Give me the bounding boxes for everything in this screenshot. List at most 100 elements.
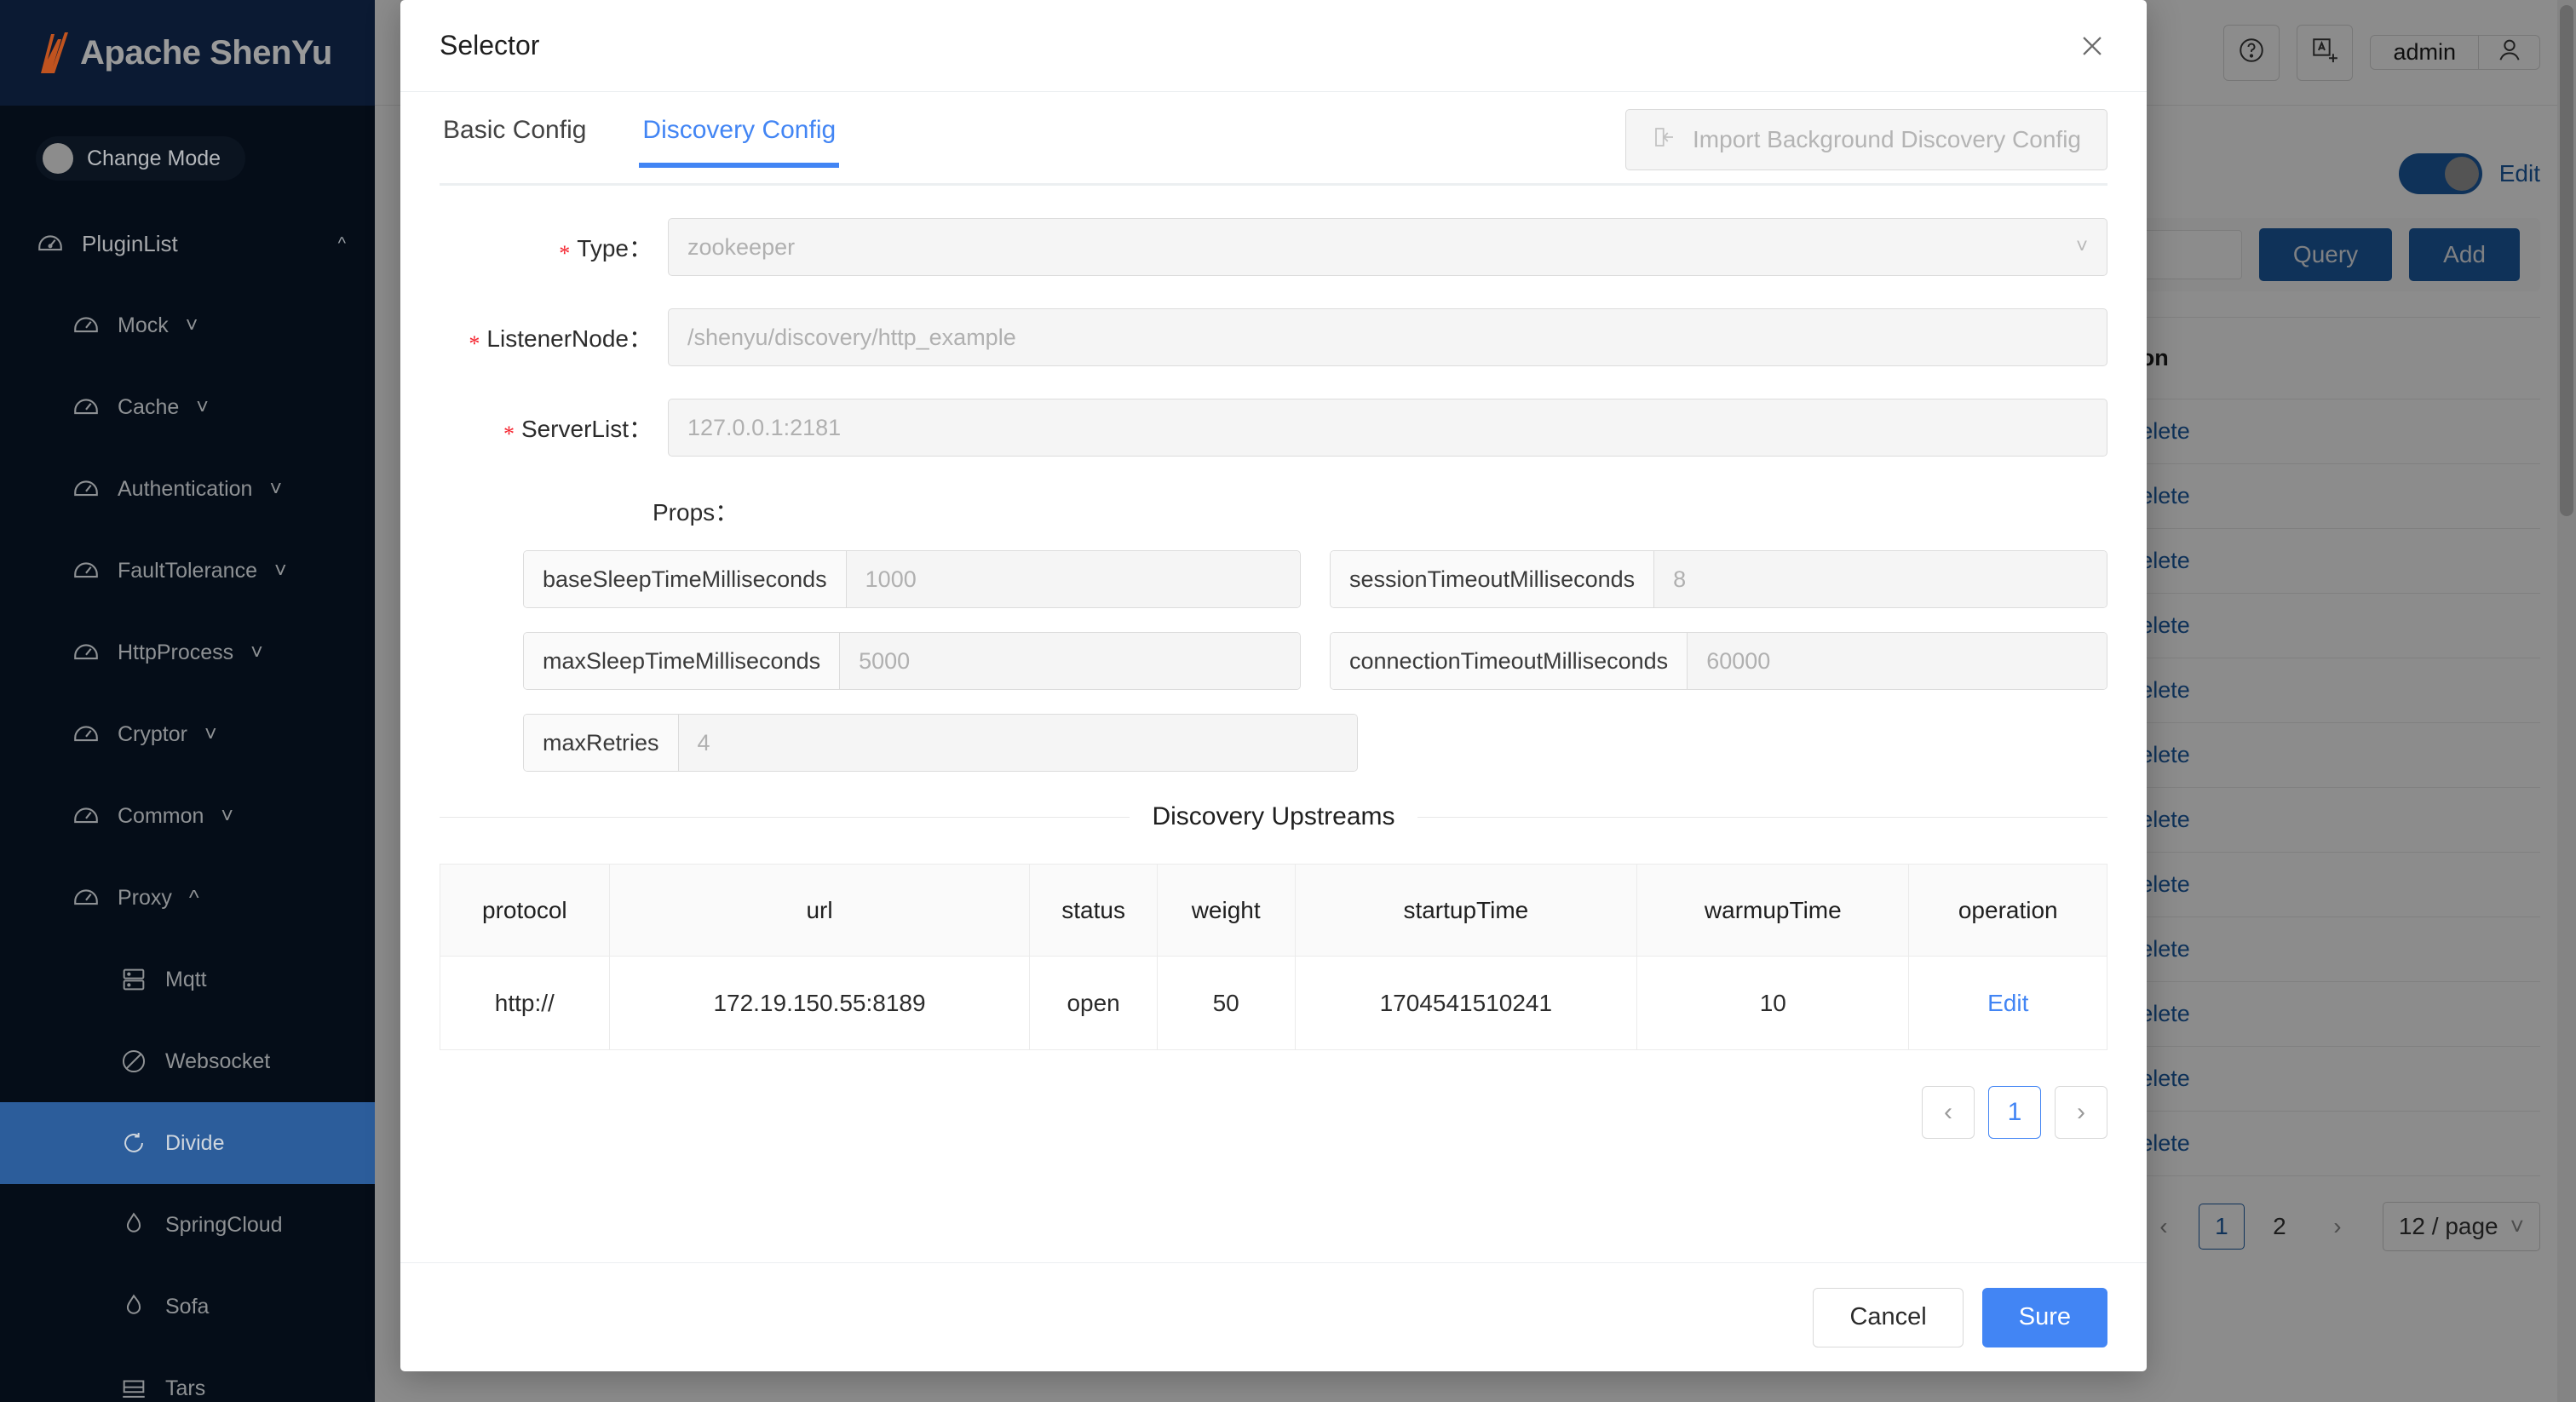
upstreams-pagination: ‹ 1 › [440, 1086, 2107, 1139]
query-button[interactable]: Query [2259, 228, 2392, 281]
prop-value: 4 [679, 715, 1357, 771]
edit-toggle[interactable] [2399, 153, 2482, 194]
col-weight: weight [1157, 865, 1295, 957]
server-icon [119, 965, 148, 994]
serverlist-input[interactable]: 127.0.0.1:2181 [668, 399, 2107, 457]
cell-status: open [1030, 957, 1157, 1050]
props-row: maxSleepTimeMilliseconds 5000 connection… [523, 632, 2107, 690]
sidebar-item-divide[interactable]: Divide [0, 1102, 375, 1184]
sidebar-item-authentication[interactable]: Authentication ˅ [0, 448, 375, 530]
edit-label[interactable]: Edit [2499, 160, 2540, 187]
serverlist-value: 127.0.0.1:2181 [687, 415, 841, 441]
sidebar-item-label: Mqtt [165, 968, 207, 992]
col-status: status [1030, 865, 1157, 957]
label-listenernode: *ListenerNode： [440, 320, 668, 354]
page-scrollbar-thumb[interactable] [2560, 5, 2573, 516]
avatar[interactable] [2478, 36, 2539, 69]
sidebar-item-sofa[interactable]: Sofa [0, 1266, 375, 1347]
type-select[interactable]: zookeeper ˅ [668, 218, 2107, 276]
col-operation: operation [1909, 865, 2107, 957]
sidebar-item-label: Mock [118, 313, 169, 338]
sidebar-item-proxy[interactable]: Proxy ^ [0, 857, 375, 939]
sidebar-item-springcloud[interactable]: SpringCloud [0, 1184, 375, 1266]
toggle-knob [2445, 157, 2479, 191]
required-asterisk-icon: * [503, 422, 515, 446]
sure-button[interactable]: Sure [1982, 1288, 2107, 1347]
close-icon[interactable] [2075, 29, 2109, 63]
col-protocol: protocol [440, 865, 610, 957]
upstreams-pagination-next[interactable]: › [2055, 1086, 2107, 1139]
page-size-select[interactable]: 12 / page ˅ [2383, 1202, 2540, 1251]
pagination-page-1[interactable]: 1 [2199, 1204, 2245, 1250]
shenyu-logo-icon [36, 31, 75, 75]
sidebar-item-websocket[interactable]: Websocket [0, 1020, 375, 1102]
sidebar-item-cryptor[interactable]: Cryptor ˅ [0, 693, 375, 775]
tab-basic-config[interactable]: Basic Config [440, 92, 589, 165]
col-warmuptime: warmupTime [1637, 865, 1909, 957]
user-icon [2495, 36, 2524, 69]
sidebar-item-mqtt[interactable]: Mqtt [0, 939, 375, 1020]
brand-title: Apache ShenYu [80, 34, 332, 72]
discovery-upstreams-table: protocol url status weight startupTime w… [440, 864, 2107, 1050]
listenernode-input[interactable]: /shenyu/discovery/http_example [668, 308, 2107, 366]
change-mode-dot-icon [43, 143, 73, 174]
translate-icon [2310, 36, 2339, 69]
page-scrollbar-track[interactable] [2557, 0, 2576, 1402]
prop-maxsleeptimemilliseconds[interactable]: maxSleepTimeMilliseconds 5000 [523, 632, 1301, 690]
fire-icon [119, 1210, 148, 1239]
edit-link[interactable]: Edit [1987, 990, 2028, 1016]
pagination-next[interactable]: › [2314, 1204, 2360, 1250]
stop-icon [119, 1047, 148, 1076]
sidebar-item-mock[interactable]: Mock ˅ [0, 284, 375, 366]
cell-protocol: http:// [440, 957, 610, 1050]
props-row: maxRetries 4 [523, 714, 2107, 772]
label-type: *Type： [440, 230, 668, 264]
sidebar-item-cache[interactable]: Cache ˅ [0, 366, 375, 448]
upstreams-pagination-page-1[interactable]: 1 [1988, 1086, 2041, 1139]
cancel-button[interactable]: Cancel [1813, 1288, 1963, 1347]
prop-value: 5000 [840, 633, 1300, 689]
upstreams-pagination-prev[interactable]: ‹ [1922, 1086, 1975, 1139]
chevron-down-icon: ˅ [2076, 235, 2088, 259]
prop-value: 8 [1654, 551, 2107, 607]
help-button[interactable] [2223, 25, 2280, 81]
sidebar-item-label: SpringCloud [165, 1213, 283, 1238]
tab-discovery-config[interactable]: Discovery Config [639, 92, 839, 165]
sidebar-item-label: Authentication [118, 477, 252, 502]
prop-sessiontimeoutmilliseconds[interactable]: sessionTimeoutMilliseconds 8 [1330, 550, 2107, 608]
dashboard-icon [72, 638, 101, 667]
import-background-discovery-config-button[interactable]: Import Background Discovery Config [1625, 109, 2107, 170]
dashboard-icon [72, 393, 101, 422]
sidebar-item-tars[interactable]: Tars [0, 1347, 375, 1402]
cell-weight: 50 [1157, 957, 1295, 1050]
prop-basesleeptimemilliseconds[interactable]: baseSleepTimeMilliseconds 1000 [523, 550, 1301, 608]
sidebar-item-pluginlist[interactable]: PluginList ^ [0, 203, 375, 284]
prop-connectiontimeoutmilliseconds[interactable]: connectionTimeoutMilliseconds 60000 [1330, 632, 2107, 690]
table-row: http:// 172.19.150.55:8189 open 50 17045… [440, 957, 2107, 1050]
required-asterisk-icon: * [469, 331, 480, 356]
label-text: ServerList [521, 416, 629, 442]
pagination-page-2[interactable]: 2 [2257, 1204, 2303, 1250]
type-value: zookeeper [687, 234, 795, 261]
dashboard-icon [72, 883, 101, 912]
user-menu[interactable]: admin [2370, 35, 2540, 70]
tabs-row: Basic Config Discovery Config Import Bac… [440, 92, 2107, 186]
pagination-prev[interactable]: ‹ [2141, 1204, 2187, 1250]
add-button[interactable]: Add [2409, 228, 2520, 281]
dashboard-icon [72, 802, 101, 830]
change-mode-toggle[interactable]: Change Mode [36, 136, 245, 181]
chevron-up-icon: ^ [338, 234, 346, 254]
chevron-down-icon: ˅ [274, 559, 287, 583]
question-circle-icon [2237, 36, 2266, 69]
sidebar-item-faulttolerance[interactable]: FaultTolerance ˅ [0, 530, 375, 612]
divider-line-left [440, 817, 1130, 818]
language-button[interactable] [2297, 25, 2353, 81]
prop-maxretries[interactable]: maxRetries 4 [523, 714, 1358, 772]
sidebar-item-label: Divide [165, 1131, 224, 1156]
sidebar-item-httpprocess[interactable]: HttpProcess ˅ [0, 612, 375, 693]
sidebar-item-common[interactable]: Common ˅ [0, 775, 375, 857]
props-label: Props： [440, 494, 2107, 528]
chevron-down-icon: ˅ [250, 641, 263, 665]
sidebar-item-label: Proxy [118, 886, 172, 911]
change-mode-label: Change Mode [87, 147, 221, 171]
